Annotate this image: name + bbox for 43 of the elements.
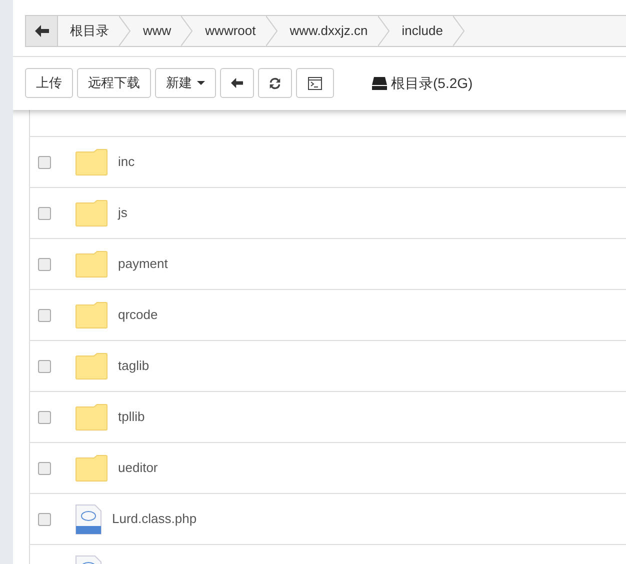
row-checkbox[interactable]	[38, 410, 51, 424]
toolbar-button[interactable]: 远程下载	[77, 68, 151, 98]
new-dropdown-button[interactable]: 新建	[155, 68, 216, 98]
php-file-icon	[75, 504, 102, 534]
breadcrumb-item[interactable]: www	[131, 16, 182, 46]
file-name[interactable]: payment	[118, 254, 168, 274]
back-button[interactable]	[26, 16, 58, 46]
caret-icon	[197, 81, 205, 85]
row-checkbox[interactable]	[38, 258, 51, 270]
row-checkbox[interactable]	[38, 462, 51, 474]
folder-icon	[75, 404, 108, 430]
file-name[interactable]: taglib	[118, 356, 150, 376]
terminal-button[interactable]	[296, 68, 334, 98]
back-arrow-icon	[231, 77, 243, 89]
file-name[interactable]: inc	[118, 152, 135, 172]
disk-label: 根目录(5.2G)	[391, 74, 473, 93]
file-name[interactable]: js	[118, 203, 128, 223]
disk-icon	[372, 76, 387, 90]
file-name[interactable]: qrcode	[118, 305, 158, 325]
file-name[interactable]: ueditor	[118, 458, 158, 478]
back-button[interactable]	[220, 68, 254, 98]
row-checkbox[interactable]	[38, 206, 51, 220]
file-name[interactable]: Lurd.class.php	[112, 509, 197, 529]
breadcrumb-item[interactable]: wwwroot	[193, 16, 266, 46]
row-checkbox[interactable]	[38, 360, 51, 372]
folder-icon	[75, 352, 108, 380]
folder-icon	[75, 200, 108, 226]
breadcrumb-item[interactable]: www.dxxjz.cn	[278, 16, 378, 46]
folder-icon	[75, 148, 108, 176]
row-checkbox[interactable]	[38, 512, 51, 526]
toolbar-button[interactable]: 上传	[25, 68, 73, 98]
folder-icon	[75, 250, 108, 278]
breadcrumb-item[interactable]: include	[390, 16, 453, 46]
breadcrumb-item[interactable]: 根目录	[58, 16, 119, 46]
refresh-button[interactable]	[258, 68, 292, 98]
row-checkbox[interactable]	[38, 156, 51, 168]
row-checkbox[interactable]	[38, 308, 51, 322]
folder-icon	[75, 302, 108, 328]
file-name[interactable]: tpllib	[118, 407, 145, 427]
terminal-icon	[308, 76, 322, 90]
back-arrow-icon	[34, 25, 48, 37]
refresh-icon	[269, 76, 281, 90]
folder-icon	[75, 454, 108, 482]
